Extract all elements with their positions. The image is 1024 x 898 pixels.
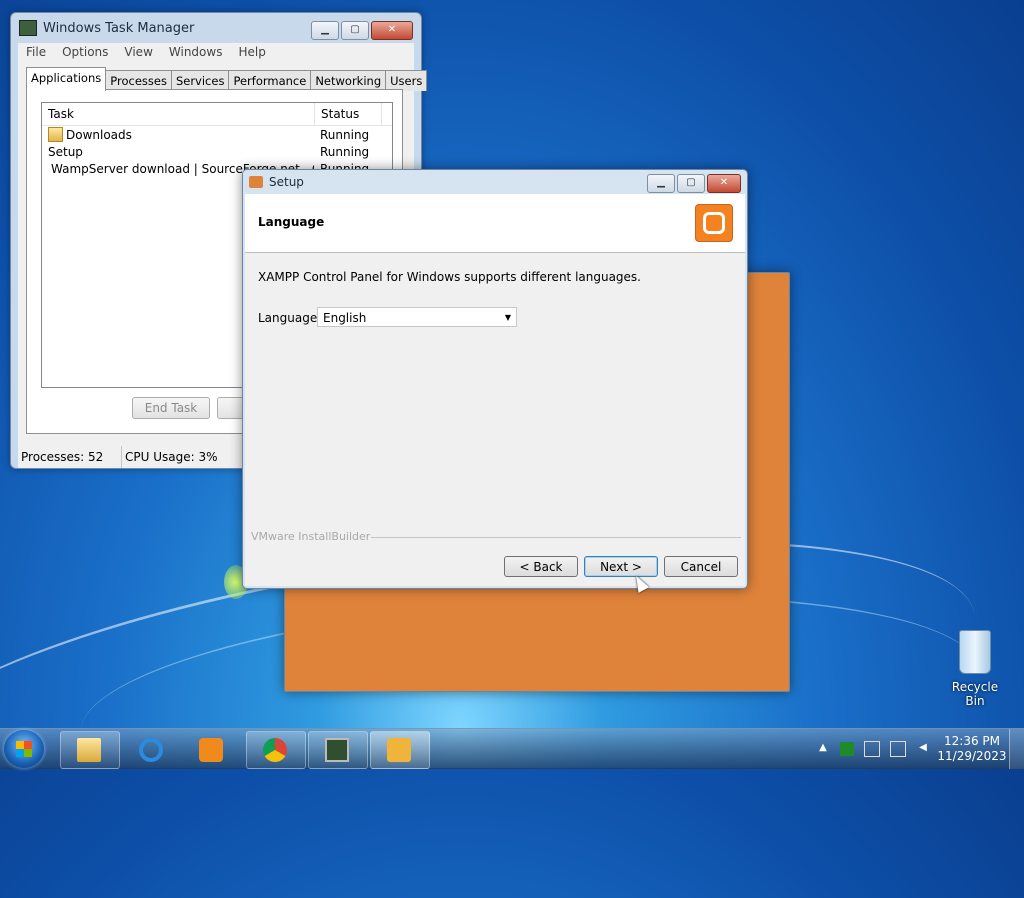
clock-time: 12:36 PM	[944, 734, 1000, 748]
tab-processes[interactable]: Processes	[105, 70, 172, 91]
menu-view[interactable]: View	[124, 43, 152, 61]
close-button[interactable]: ✕	[371, 21, 413, 40]
tab-performance[interactable]: Performance	[228, 70, 312, 91]
setup-icon	[249, 176, 263, 188]
action-center-icon[interactable]	[864, 741, 880, 757]
column-task[interactable]: Task	[42, 103, 315, 125]
tab-strip: Applications Processes Services Performa…	[26, 67, 428, 91]
language-label: Language	[258, 311, 318, 325]
media-player-icon	[199, 738, 223, 762]
dropdown-arrow-icon: ▼	[504, 313, 511, 322]
clock-date: 11/29/2023	[937, 749, 1007, 763]
list-header: Task Status	[42, 103, 392, 126]
setup-icon	[387, 738, 411, 762]
recycle-bin[interactable]: Recycle Bin	[942, 630, 1008, 708]
menu-file[interactable]: File	[26, 43, 46, 61]
language-select[interactable]: English ▼	[317, 307, 517, 327]
show-hidden-icons-icon[interactable]: ▲	[816, 742, 830, 756]
taskbar-chrome[interactable]	[246, 731, 306, 769]
volume-muted-icon[interactable]: ◀	[916, 742, 930, 756]
end-task-button[interactable]: End Task	[132, 397, 210, 419]
minimize-button[interactable]: ▁	[311, 21, 339, 40]
folder-icon	[48, 127, 63, 142]
tab-users[interactable]: Users	[385, 70, 428, 91]
task-status: Running	[320, 144, 370, 159]
taskbar-task-manager[interactable]	[308, 731, 368, 769]
task-manager-icon	[325, 738, 349, 762]
explorer-icon	[77, 738, 101, 762]
window-title: Windows Task Manager	[43, 20, 195, 36]
status-bar: Processes: 52 CPU Usage: 3%	[18, 446, 248, 468]
tab-applications[interactable]: Applications	[26, 67, 107, 91]
cancel-button[interactable]: Cancel	[664, 556, 738, 577]
taskbar-media-player[interactable]	[182, 731, 242, 769]
process-count: Processes: 52	[18, 446, 122, 468]
window-title: Setup	[269, 175, 304, 189]
next-button[interactable]: Next >	[584, 556, 658, 577]
task-manager-icon	[19, 20, 37, 36]
task-name: Downloads	[66, 127, 132, 142]
tab-services[interactable]: Services	[170, 70, 230, 91]
taskbar-explorer[interactable]	[60, 731, 120, 769]
menu-help[interactable]: Help	[238, 43, 265, 61]
chrome-icon	[263, 738, 287, 762]
page-title: Language	[258, 215, 325, 229]
setup-header: Language	[245, 194, 745, 253]
show-desktop-button[interactable]	[1009, 729, 1024, 769]
tab-networking[interactable]: Networking	[310, 70, 387, 91]
menu-bar: File Options View Windows Help	[18, 43, 414, 61]
setup-window[interactable]: Setup ▁ ▢ ✕ Language XAMPP Control Panel…	[242, 169, 748, 589]
maximize-button[interactable]: ▢	[677, 174, 705, 193]
xampp-logo-icon	[695, 204, 733, 242]
taskbar: ▲ ◀ 12:36 PM 11/29/2023	[0, 728, 1024, 769]
separator	[371, 537, 741, 538]
internet-explorer-icon	[139, 738, 163, 762]
taskbar-internet-explorer[interactable]	[122, 731, 182, 769]
back-button[interactable]: < Back	[504, 556, 578, 577]
list-item[interactable]: Setup Running	[42, 143, 790, 692]
close-button[interactable]: ✕	[707, 174, 741, 193]
network-icon[interactable]	[890, 741, 906, 757]
start-button[interactable]	[4, 730, 44, 768]
maximize-button[interactable]: ▢	[341, 21, 369, 40]
system-tray: ▲ ◀ 12:36 PM 11/29/2023	[811, 729, 1024, 769]
installbuilder-brand: VMware InstallBuilder	[251, 530, 371, 543]
taskbar-setup[interactable]	[370, 731, 430, 769]
menu-windows[interactable]: Windows	[169, 43, 223, 61]
clock[interactable]: 12:36 PM 11/29/2023	[935, 734, 1009, 764]
recycle-bin-icon	[959, 630, 991, 674]
recycle-bin-label: Recycle Bin	[951, 680, 999, 708]
setup-content: XAMPP Control Panel for Windows supports…	[245, 253, 745, 586]
language-value: English	[323, 311, 367, 325]
description-text: XAMPP Control Panel for Windows supports…	[258, 270, 641, 284]
tray-app-icon[interactable]	[840, 742, 854, 756]
column-status[interactable]: Status	[315, 103, 382, 125]
menu-options[interactable]: Options	[62, 43, 108, 61]
cpu-usage: CPU Usage: 3%	[125, 450, 218, 464]
minimize-button[interactable]: ▁	[647, 174, 675, 193]
task-name: Setup	[48, 144, 83, 159]
windows-logo-icon	[16, 741, 32, 757]
task-status: Running	[320, 127, 370, 142]
list-item[interactable]: Downloads Running	[42, 126, 392, 143]
